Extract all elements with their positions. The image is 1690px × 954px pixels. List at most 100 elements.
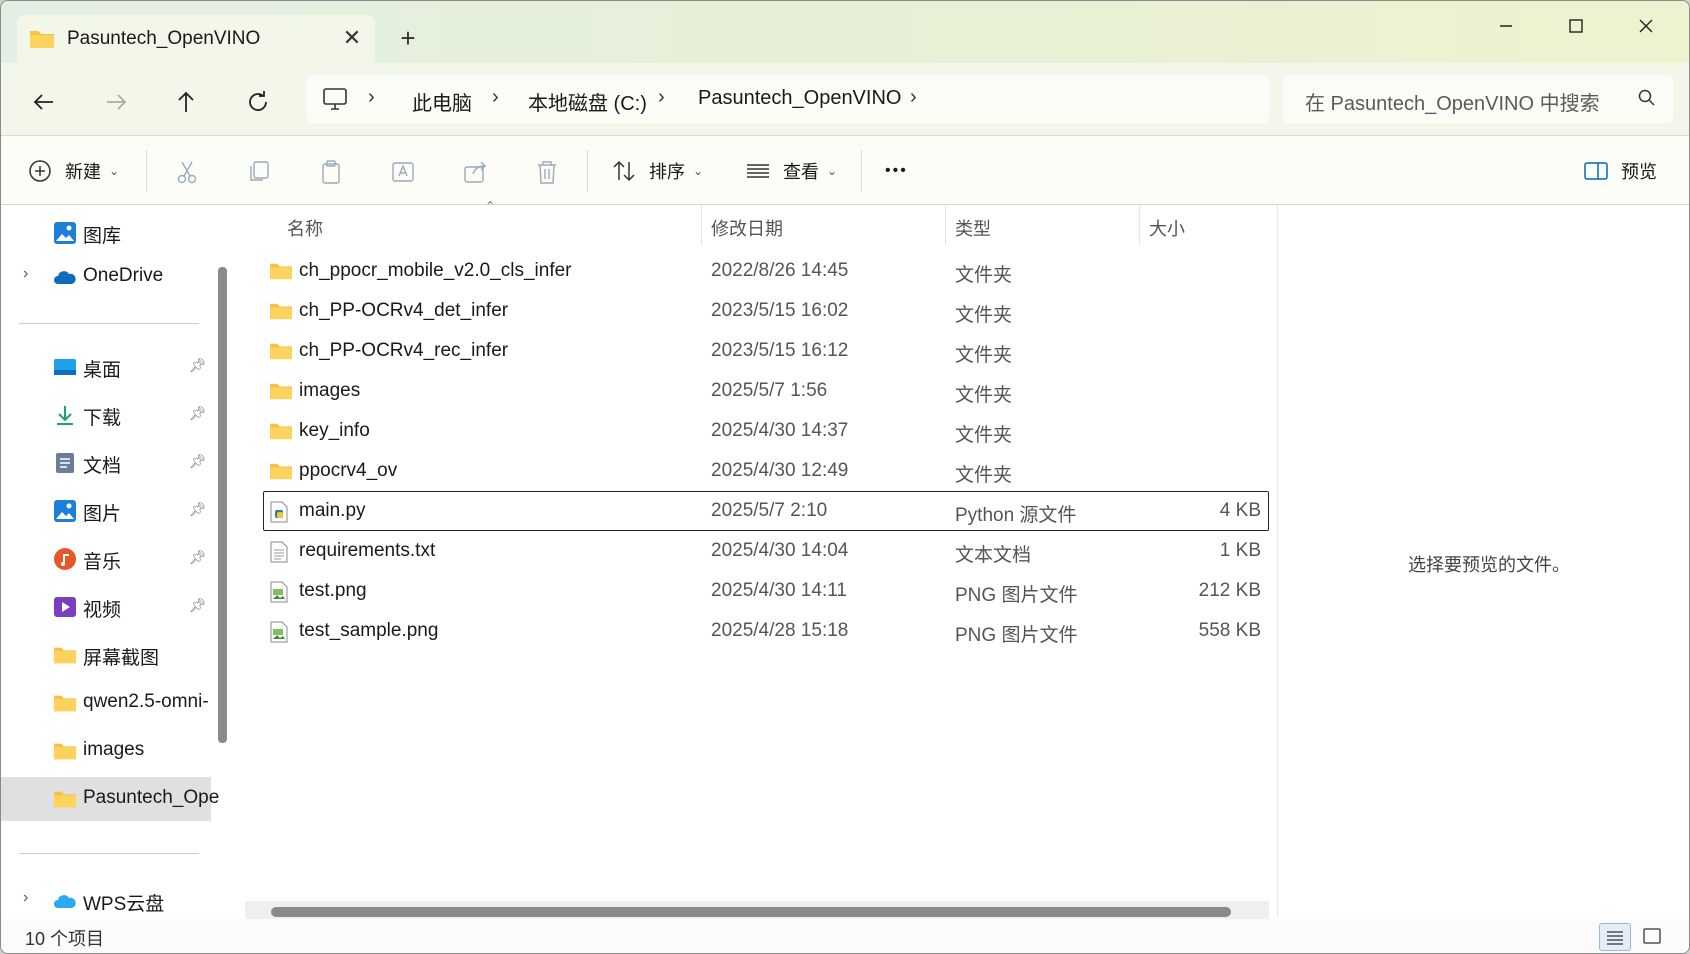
delete-icon[interactable] — [533, 158, 561, 186]
view-button-label: 查看 — [783, 162, 819, 182]
close-icon — [1639, 19, 1653, 33]
file-date: 2025/4/30 12:49 — [711, 460, 849, 481]
file-name: key_info — [299, 420, 370, 441]
search-input[interactable]: 在 Pasuntech_OpenVINO 中搜索 — [1305, 87, 1600, 116]
pin-icon[interactable]: 📌︎ — [189, 501, 207, 518]
sidebar-item-pasuntech[interactable]: Pasuntech_Ope — [1, 777, 219, 821]
tiles-view-button[interactable] — [1637, 923, 1667, 949]
column-header-size[interactable]: 大小 — [1149, 215, 1185, 241]
file-row[interactable]: requirements.txt 2025/4/30 14:04 文本文档 1 KB — [263, 531, 1269, 571]
pin-icon[interactable]: 📌︎ — [189, 597, 207, 614]
tab-title: Pasuntech_OpenVINO — [67, 28, 261, 49]
sidebar-item-images[interactable]: images — [1, 729, 211, 773]
chevron-right-icon[interactable]: › — [368, 86, 375, 109]
sidebar-item-label: OneDrive — [83, 265, 164, 286]
chevron-right-icon[interactable]: › — [23, 889, 28, 907]
back-button[interactable] — [27, 85, 61, 119]
chevron-right-icon[interactable]: › — [910, 86, 917, 109]
chevron-right-icon[interactable]: › — [658, 86, 665, 109]
new-tab-button[interactable]: + — [393, 23, 423, 53]
pin-icon[interactable]: 📌︎ — [189, 357, 207, 374]
sidebar-item-desktop[interactable]: 桌面 📌︎ — [1, 345, 211, 389]
pin-icon[interactable]: 📌︎ — [189, 405, 207, 422]
file-row[interactable]: key_info 2025/4/30 14:37 文件夹 — [263, 411, 1269, 451]
share-icon[interactable] — [461, 158, 489, 186]
sidebar-item-qwen[interactable]: qwen2.5-omni- — [1, 681, 211, 725]
close-tab-button[interactable]: ✕ — [337, 23, 367, 53]
folder-icon — [53, 695, 77, 712]
column-header-type[interactable]: 类型 — [955, 215, 991, 241]
maximize-button[interactable] — [1551, 11, 1601, 41]
file-name: images — [299, 380, 361, 401]
forward-button[interactable] — [99, 85, 133, 119]
file-size: 1 KB — [1219, 540, 1261, 561]
sidebar-item-music[interactable]: 音乐 📌︎ — [1, 537, 211, 581]
chevron-down-icon: ⌄ — [693, 164, 704, 178]
folder-icon — [269, 301, 293, 326]
sidebar-item-documents[interactable]: 文档 📌︎ — [1, 441, 211, 485]
file-row[interactable]: test_sample.png 2025/4/28 15:18 PNG 图片文件 55… — [263, 611, 1269, 651]
folder-icon — [53, 791, 77, 808]
column-header-date[interactable]: 修改日期 — [711, 215, 783, 241]
minimize-button[interactable] — [1481, 11, 1531, 41]
sidebar-item-onedrive[interactable]: › OneDrive — [1, 255, 211, 299]
file-row[interactable]: test.png 2025/4/30 14:11 PNG 图片文件 212 KB — [263, 571, 1269, 611]
chevron-right-icon[interactable]: › — [492, 86, 499, 109]
column-header-name[interactable]: 名称 — [287, 215, 323, 241]
file-type: PNG 图片文件 — [955, 585, 1078, 606]
sidebar-item-pictures[interactable]: 图片 📌︎ — [1, 489, 211, 533]
sidebar-item-wps-cloud[interactable]: › WPS云盘 — [1, 879, 211, 923]
rename-icon[interactable] — [389, 158, 417, 186]
download-icon — [57, 406, 73, 425]
python-file-icon — [269, 501, 289, 528]
sidebar-item-label: 屏幕截图 — [83, 648, 160, 669]
file-row[interactable]: ppocrv4_ov 2025/4/30 12:49 文件夹 — [263, 451, 1269, 491]
paste-icon[interactable] — [317, 158, 345, 186]
sidebar-item-label: 视频 — [83, 600, 122, 621]
file-row[interactable]: main.py 2025/5/7 2:10 Python 源文件 4 KB — [263, 491, 1269, 531]
breadcrumb-current-folder[interactable]: Pasuntech_OpenVINO — [698, 87, 901, 110]
folder-icon — [53, 743, 77, 760]
pin-icon[interactable]: 📌︎ — [189, 453, 207, 470]
pin-icon[interactable]: 📌︎ — [189, 549, 207, 566]
image-file-icon — [269, 621, 289, 648]
column-divider[interactable] — [701, 205, 702, 245]
details-view-button[interactable] — [1599, 923, 1631, 951]
search-box[interactable]: 在 Pasuntech_OpenVINO 中搜索 — [1283, 75, 1673, 123]
file-row[interactable]: ch_PP-OCRv4_rec_infer 2023/5/15 16:12 文件夹 — [263, 331, 1269, 371]
copy-icon[interactable] — [245, 158, 273, 186]
preview-pane-icon — [1584, 162, 1608, 180]
sidebar-scrollbar[interactable] — [218, 267, 227, 743]
new-button[interactable]: 新建 ⌄ — [27, 154, 119, 188]
file-row[interactable]: ch_ppocr_mobile_v2.0_cls_infer 2022/8/26 … — [263, 251, 1269, 291]
up-button[interactable] — [169, 85, 203, 119]
more-options-button[interactable]: ••• — [885, 154, 908, 188]
address-bar[interactable]: › 此电脑 › 本地磁盘 (C:) › Pasuntech_OpenVINO › — [306, 75, 1270, 123]
column-divider[interactable] — [945, 205, 946, 245]
file-row[interactable]: ch_PP-OCRv4_det_infer 2023/5/15 16:02 文件夹 — [263, 291, 1269, 331]
sidebar-item-label: Pasuntech_Ope — [83, 787, 220, 808]
chevron-right-icon[interactable]: › — [23, 265, 28, 283]
sort-button[interactable]: 排序 ⌄ — [611, 154, 703, 188]
cut-icon[interactable] — [173, 158, 201, 186]
search-icon[interactable] — [1637, 88, 1657, 113]
refresh-button[interactable] — [241, 85, 275, 119]
tab-current[interactable]: Pasuntech_OpenVINO ✕ — [17, 15, 375, 63]
sidebar-item-downloads[interactable]: 下载 📌︎ — [1, 393, 211, 437]
folder-icon — [269, 261, 293, 286]
breadcrumb-this-pc[interactable]: 此电脑 — [412, 87, 472, 116]
sidebar-item-gallery[interactable]: 图库 — [1, 211, 211, 255]
horizontal-scrollbar-thumb[interactable] — [271, 907, 1231, 917]
breadcrumb-local-disk[interactable]: 本地磁盘 (C:) — [528, 87, 647, 116]
file-row[interactable]: images 2025/5/7 1:56 文件夹 — [263, 371, 1269, 411]
column-divider[interactable] — [1139, 205, 1140, 245]
chevron-down-icon: ⌄ — [109, 164, 120, 178]
sidebar-item-videos[interactable]: 视频 📌︎ — [1, 585, 211, 629]
view-button[interactable]: 查看 ⌄ — [745, 154, 837, 188]
title-bar: Pasuntech_OpenVINO ✕ + — [1, 1, 1689, 63]
preview-pane-button[interactable]: 预览 — [1583, 154, 1657, 188]
sidebar-item-screenshots[interactable]: 屏幕截图 — [1, 633, 211, 677]
sidebar-item-label: 音乐 — [83, 552, 122, 573]
folder-icon — [269, 341, 293, 366]
close-window-button[interactable] — [1621, 11, 1671, 41]
